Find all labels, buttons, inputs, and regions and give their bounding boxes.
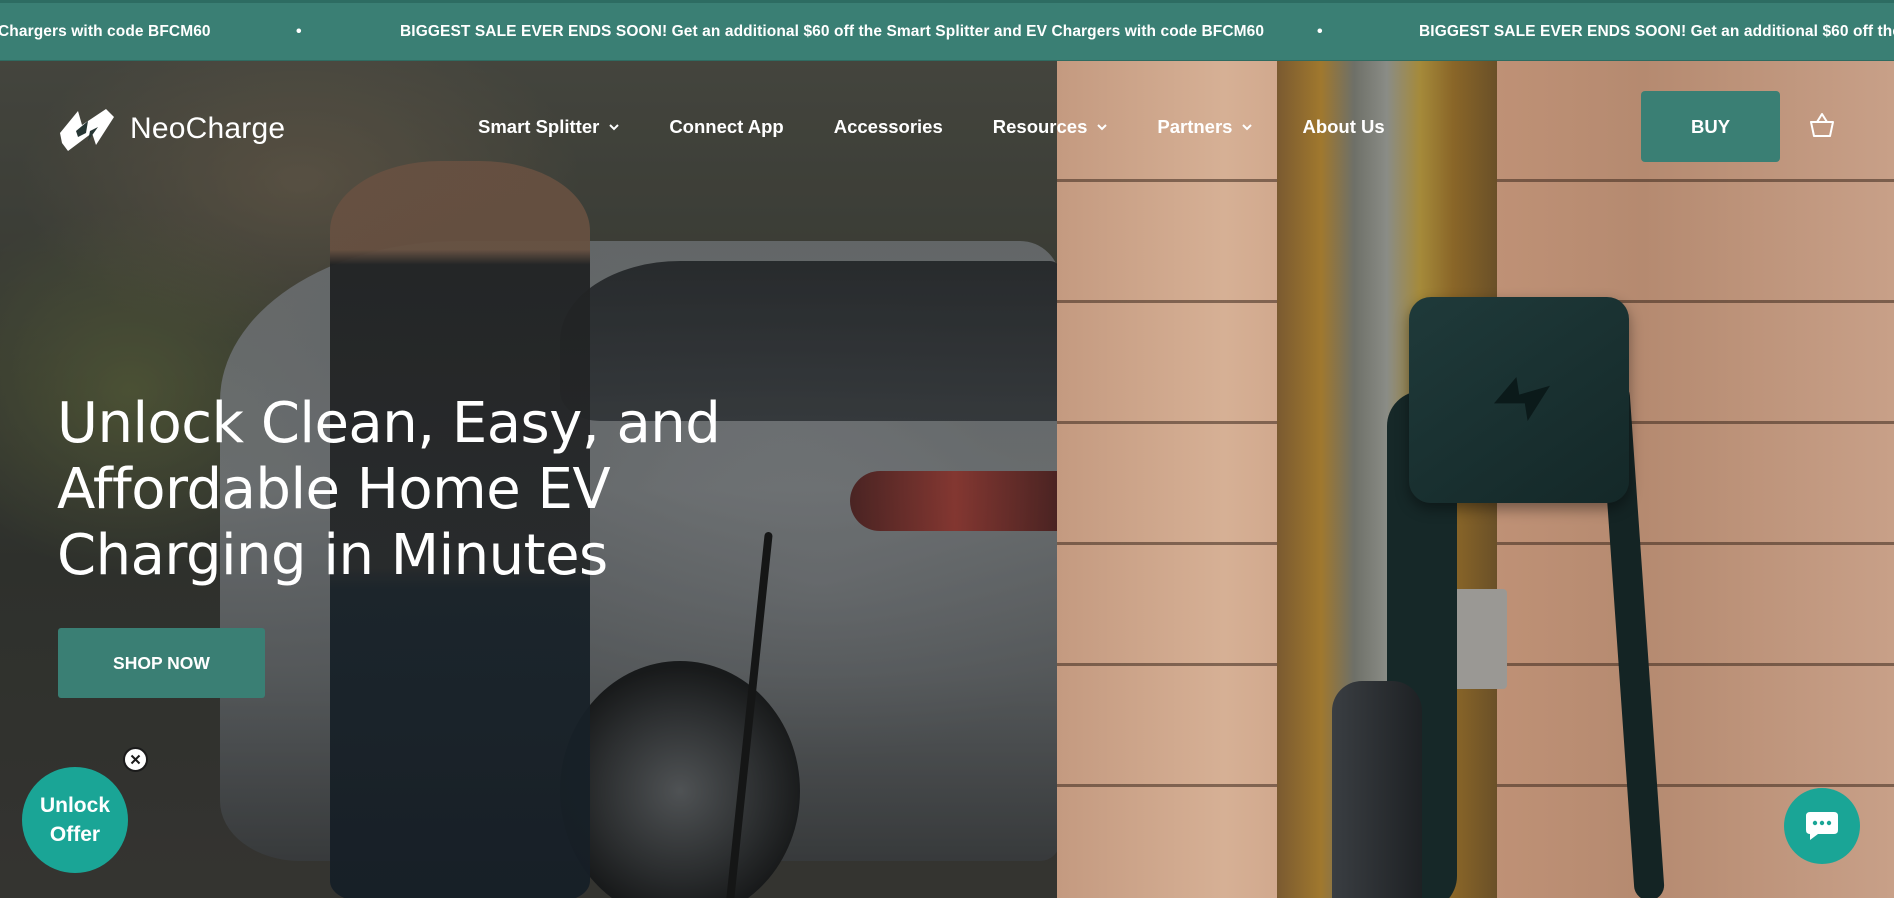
nav-item-about-us[interactable]: About Us xyxy=(1302,116,1384,138)
announcement-separator: • xyxy=(296,23,302,40)
buy-button[interactable]: BUY xyxy=(1641,91,1780,162)
brand-name: NeoCharge xyxy=(130,112,286,145)
charger-handle xyxy=(1332,681,1422,898)
announcement-text-fragment: BIGGEST SALE EVER ENDS SOON! Get an addi… xyxy=(1419,23,1894,40)
car-wheel xyxy=(560,661,800,898)
device-logo-icon xyxy=(1494,377,1550,421)
car-taillight xyxy=(850,471,1060,531)
nav-item-label: Connect App xyxy=(669,116,784,137)
nav-item-smart-splitter[interactable]: Smart Splitter xyxy=(478,116,620,138)
headline-line: Affordable Home EV xyxy=(57,457,611,522)
unlock-offer-button[interactable]: Unlock Offer xyxy=(22,767,128,873)
offer-line: Unlock xyxy=(39,794,110,817)
chat-widget-button[interactable] xyxy=(1784,788,1860,864)
basket-icon[interactable] xyxy=(1808,111,1836,139)
announcement-track: Chargers with code BFCM60 • BIGGEST SALE… xyxy=(0,23,1894,47)
brand-logo[interactable]: NeoCharge xyxy=(58,103,285,155)
announcement-separator: • xyxy=(1317,23,1323,40)
nav-item-accessories[interactable]: Accessories xyxy=(834,116,943,138)
chevron-down-icon xyxy=(1242,124,1253,131)
nav-item-resources[interactable]: Resources xyxy=(993,116,1108,138)
shop-now-button[interactable]: SHOP NOW xyxy=(58,628,265,698)
headline-line: Charging in Minutes xyxy=(57,523,608,588)
nav-item-label: Accessories xyxy=(833,116,943,137)
chevron-down-icon xyxy=(1097,124,1108,131)
close-icon[interactable] xyxy=(123,747,148,772)
chat-bubble-icon xyxy=(1806,812,1838,840)
announcement-bar[interactable]: Chargers with code BFCM60 • BIGGEST SALE… xyxy=(0,0,1894,61)
nav-item-label: About Us xyxy=(1302,116,1385,137)
primary-nav: Smart Splitter Connect App Accessories R… xyxy=(478,116,1435,138)
offer-line: Offer xyxy=(49,823,101,846)
nav-item-label: Resources xyxy=(992,116,1088,137)
announcement-text-fragment: Chargers with code BFCM60 xyxy=(0,23,211,40)
nav-item-label: Smart Splitter xyxy=(478,116,600,137)
chevron-down-icon xyxy=(609,124,620,131)
nav-item-label: Partners xyxy=(1157,116,1233,137)
lightning-bolt-logo-icon xyxy=(60,109,114,151)
nav-item-partners[interactable]: Partners xyxy=(1157,116,1253,138)
nav-item-connect-app[interactable]: Connect App xyxy=(669,116,783,138)
hero-headline: Unlock Clean, Easy, and Affordable Home … xyxy=(57,391,777,589)
headline-line: Unlock Clean, Easy, and xyxy=(57,391,721,456)
close-x-icon xyxy=(130,754,141,765)
main-header: NeoCharge Smart Splitter Connect App Acc… xyxy=(0,61,1894,191)
announcement-text: BIGGEST SALE EVER ENDS SOON! Get an addi… xyxy=(400,23,1265,40)
smart-splitter-device xyxy=(1409,297,1629,503)
